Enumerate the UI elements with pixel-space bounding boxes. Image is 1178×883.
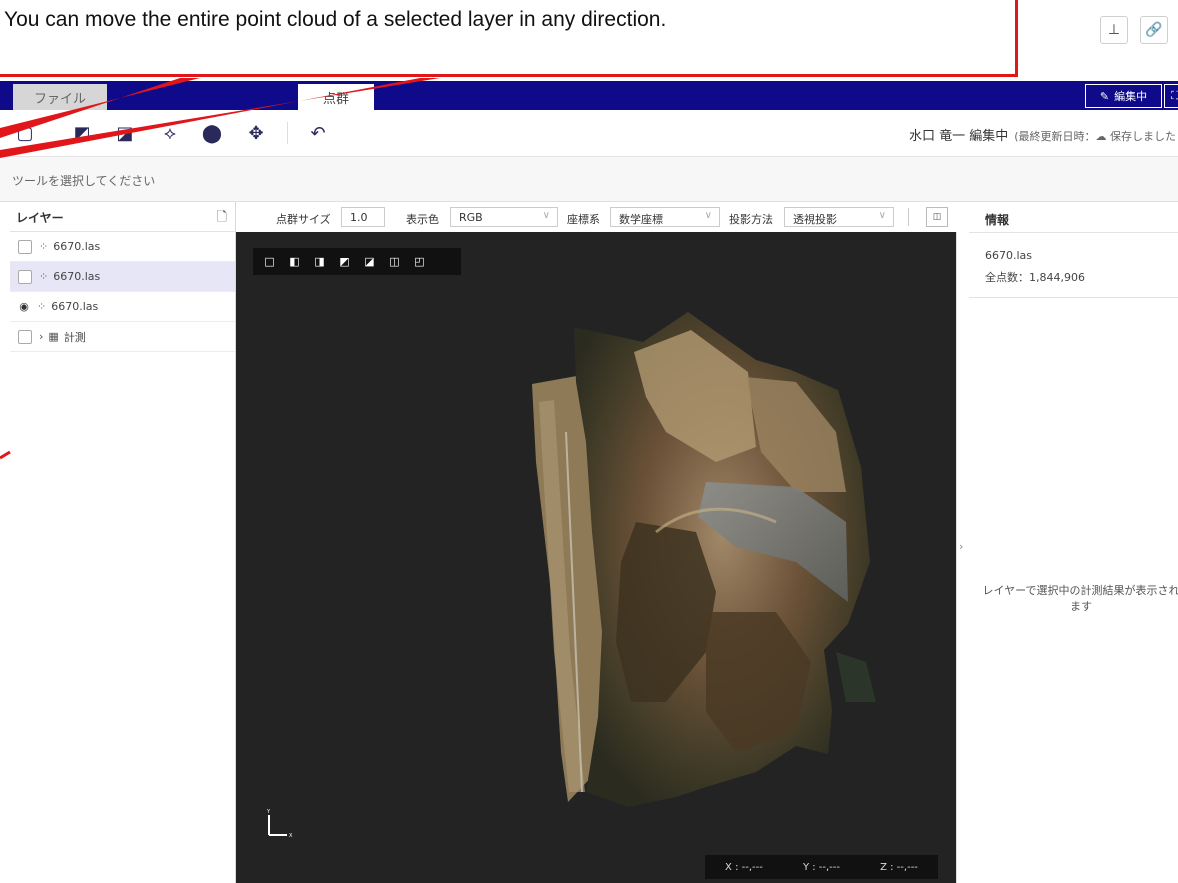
- layer-label: 計測: [63, 330, 86, 344]
- tab-bar: ファイル 点群: [0, 81, 1178, 110]
- layer-item[interactable]: ⁘ 6670.las: [10, 232, 235, 262]
- viewer-divider: [908, 208, 909, 226]
- coord-label: 座標系: [567, 213, 600, 226]
- info-point-count: 全点数：1,844,906: [985, 271, 1085, 284]
- point-cloud-icon: ⁘: [39, 270, 49, 283]
- eye-icon[interactable]: ◉: [17, 300, 31, 313]
- layer-item[interactable]: ◉ ⁘ 6670.las: [10, 292, 235, 322]
- divider: [969, 232, 1178, 233]
- layers-panel: レイヤー 🗋 ⁘ 6670.las ⁘ 6670.las ◉ ⁘ 6670.la…: [10, 202, 236, 883]
- user-name: 水口 竜一 編集中: [908, 129, 1009, 144]
- view-left-icon[interactable]: ◪: [363, 255, 376, 268]
- callout-box: You can move the entire point cloud of a…: [0, 0, 1018, 77]
- user-status: 水口 竜一 編集中 (最終更新日時：☁ 保存しました: [909, 125, 1176, 144]
- point-size-label: 点群サイズ: [276, 213, 331, 226]
- color-select[interactable]: RGB ∨: [450, 207, 558, 227]
- measure-grid-icon: ▦: [48, 330, 59, 343]
- layer-checkbox[interactable]: [18, 269, 32, 284]
- fullscreen-icon[interactable]: ⛶: [1164, 84, 1178, 108]
- hint-bar: ツールを選択してください: [0, 157, 1178, 202]
- svg-text:Y: Y: [266, 809, 271, 815]
- view-orientation-toolbar: □ ◧ ◨ ◩ ◪ ◫ ◰: [253, 248, 461, 275]
- chevron-down-icon: ∨: [878, 210, 886, 221]
- point-cloud-icon: ⁘: [39, 240, 49, 253]
- editing-button[interactable]: ✎ 編集中: [1085, 84, 1162, 108]
- coord-value: 数学座標: [619, 213, 663, 226]
- layer-checkbox[interactable]: [18, 329, 32, 344]
- info-file-name: 6670.las: [985, 249, 1033, 262]
- view-front-icon[interactable]: ◨: [313, 255, 326, 268]
- info-empty-message: レイヤーで選択中の計測結果が表示されます: [982, 584, 1178, 613]
- info-panel: 情報 6670.las 全点数：1,844,906 レイヤーで選択中の計測結果が…: [969, 202, 1178, 883]
- pencil-icon: ✎: [1099, 89, 1110, 103]
- svg-text:X: X: [289, 833, 293, 839]
- view-right-icon[interactable]: ◫: [388, 255, 401, 268]
- point-cloud-viewport[interactable]: □ ◧ ◨ ◩ ◪ ◫ ◰ Y X X : --,--- Y : --,--- …: [236, 232, 956, 883]
- hint-text: ツールを選択してください: [12, 174, 156, 188]
- link-icon[interactable]: 🔗: [1140, 16, 1168, 44]
- viewer-controls: 点群サイズ 1.0 表示色 RGB ∨ 座標系 数学座標 ∨ 投影方法 透視投影 ∨ …: [236, 202, 968, 233]
- layer-label: 6670.las: [53, 240, 101, 253]
- projection-value: 透視投影: [793, 213, 837, 226]
- info-title: 情報: [985, 213, 1010, 227]
- toolbar-divider: [287, 122, 288, 144]
- coord-select[interactable]: 数学座標 ∨: [610, 207, 720, 227]
- layer-item[interactable]: › ▦ 計測: [10, 322, 235, 352]
- coord-y: Y : --,---: [802, 861, 841, 873]
- save-status: (最終更新日時：☁ 保存しました: [1014, 130, 1176, 143]
- chevron-down-icon: ∨: [704, 210, 712, 221]
- coord-z: Z : --,---: [880, 861, 918, 873]
- callout-text: You can move the entire point cloud of a…: [4, 8, 667, 31]
- chevron-down-icon: ∨: [542, 210, 550, 221]
- download-icon[interactable]: ⊥: [1100, 16, 1128, 44]
- import-icon[interactable]: ◩: [69, 120, 95, 146]
- layer-item[interactable]: ⁘ 6670.las: [10, 262, 235, 292]
- toolbar: ▢ ◩ ◪ ⟡ ⬤ ✥ ↶ 水口 竜一 編集中 (最終更新日時：☁ 保存しました: [0, 110, 1178, 157]
- new-layer-icon[interactable]: ▢: [12, 120, 38, 146]
- undo-icon[interactable]: ↶: [305, 120, 331, 146]
- coordinates-readout: X : --,--- Y : --,--- Z : --,---: [705, 855, 938, 879]
- tab-point-cloud[interactable]: 点群: [298, 84, 374, 110]
- layer-color-icon[interactable]: ◪: [112, 120, 138, 146]
- view-none-icon[interactable]: □: [263, 255, 276, 268]
- axis-gizmo-icon: Y X: [266, 809, 293, 839]
- point-cloud-icon: ⁘: [37, 300, 47, 313]
- editing-label: 編集中: [1114, 90, 1148, 103]
- tab-file[interactable]: ファイル: [13, 84, 107, 110]
- layers-title: レイヤー: [16, 211, 64, 225]
- divider: [969, 297, 1178, 298]
- layer-checkbox[interactable]: [18, 239, 32, 254]
- layer-label: 6670.las: [51, 300, 99, 313]
- color-value: RGB: [459, 211, 483, 224]
- layers-header: レイヤー 🗋: [10, 202, 235, 232]
- chevron-right-icon: ›: [959, 540, 964, 553]
- add-file-icon[interactable]: 🗋: [217, 208, 227, 230]
- view-back-icon[interactable]: ◩: [338, 255, 351, 268]
- layer-label: 6670.las: [53, 270, 101, 283]
- chevron-right-icon[interactable]: ›: [39, 330, 43, 343]
- panel-collapse-handle[interactable]: ›: [956, 232, 970, 883]
- view-top-icon[interactable]: ◰: [413, 255, 426, 268]
- screenshot-icon[interactable]: ◫: [926, 207, 948, 227]
- coord-x: X : --,---: [725, 861, 763, 873]
- color-label: 表示色: [406, 213, 439, 226]
- view-iso-icon[interactable]: ◧: [288, 255, 301, 268]
- point-cloud-image: [532, 312, 876, 807]
- point-size-input[interactable]: 1.0: [341, 207, 385, 227]
- move-icon[interactable]: ✥: [243, 120, 269, 146]
- projection-label: 投影方法: [729, 213, 773, 226]
- projection-select[interactable]: 透視投影 ∨: [784, 207, 894, 227]
- add-point-icon[interactable]: ⬤: [199, 120, 225, 146]
- layers-stack-icon[interactable]: ⟡: [157, 120, 183, 146]
